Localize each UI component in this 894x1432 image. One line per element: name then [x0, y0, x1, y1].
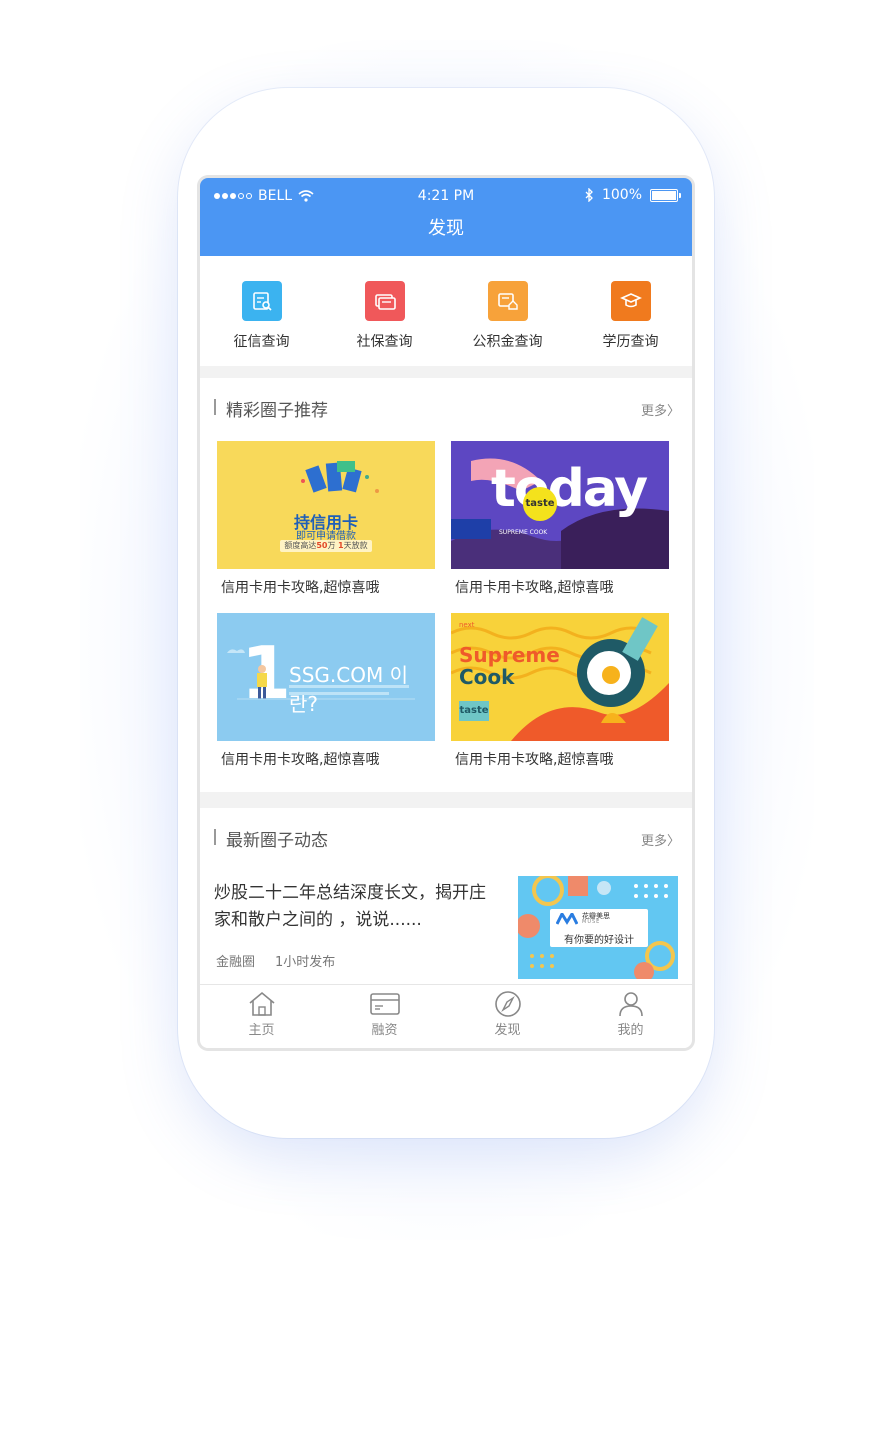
news-thumbnail: 花瓣美思 MUSE 有你要的好设计	[518, 876, 678, 979]
thumbnail-card: 花瓣美思 MUSE 有你要的好设计	[550, 909, 648, 947]
thumbnail-brand-en: MUSE	[582, 919, 601, 925]
tab-bar: 主页 融资 发现 我的	[200, 984, 692, 1048]
news-meta: 金融圈 1小时发布	[216, 951, 335, 970]
card-image-subtitle: Cook	[459, 665, 515, 689]
card-image-note: 额度高达50万 1天放款	[280, 540, 372, 552]
circles-title: 精彩圈子推荐	[226, 401, 328, 421]
card-image: next Supreme Cook taste	[451, 613, 669, 741]
card-image: 1 SSG.COM 이란?	[217, 613, 435, 741]
news-headline: 炒股二十二年总结深度长文，揭开庄家和散户之间的 ，说说......	[214, 883, 486, 930]
social-security-card-icon	[364, 281, 405, 321]
circles-section: 精彩圈子推荐 更多〉 持信用卡 即可申请借款 额度高达50万 1天放款 信用卡用…	[200, 378, 692, 792]
circle-card[interactable]: 1 SSG.COM 이란? 信用卡用卡攻略,超惊喜哦	[217, 613, 435, 769]
quick-label: 征信查询	[233, 334, 290, 350]
card-image-tag: next	[459, 621, 475, 629]
user-icon	[618, 992, 643, 1017]
news-section: 最新圈子动态 更多〉 炒股二十二年总结深度长文，揭开庄家和散户之间的 ，说说..…	[200, 808, 692, 984]
battery-icon	[650, 188, 681, 202]
muse-logo-icon	[556, 913, 578, 925]
news-more-link[interactable]: 更多〉	[641, 830, 680, 849]
card-caption: 信用卡用卡攻略,超惊喜哦	[221, 580, 380, 596]
quick-actions: 征信查询 社保查询 公积金查询 学历查询	[200, 256, 692, 366]
housing-fund-icon	[487, 281, 528, 321]
quick-education[interactable]: 学历查询	[569, 256, 692, 366]
card-image-title: today	[491, 459, 648, 519]
tab-discover[interactable]: 发现	[446, 985, 569, 1048]
tab-label: 我的	[617, 1023, 644, 1038]
status-right: 100%	[584, 187, 681, 203]
quick-label: 社保查询	[356, 334, 413, 350]
circle-card[interactable]: 持信用卡 即可申请借款 额度高达50万 1天放款 信用卡用卡攻略,超惊喜哦	[217, 441, 435, 597]
page-title: 发现	[200, 214, 692, 256]
card-image-badge: taste	[459, 701, 489, 721]
tab-home[interactable]: 主页	[200, 985, 323, 1048]
quick-label: 学历查询	[602, 334, 659, 350]
phone-screen: BELL 4:21 PM 100% 发现 征信查询 社保查询 公积金查询 学历查…	[200, 178, 692, 1048]
quick-label: 公积金查询	[472, 334, 543, 350]
section-marker	[214, 399, 216, 415]
quick-social-security[interactable]: 社保查询	[323, 256, 446, 366]
news-header: 最新圈子动态 更多〉	[200, 808, 692, 866]
quick-credit-report[interactable]: 征信查询	[200, 256, 323, 366]
tab-me[interactable]: 我的	[569, 985, 692, 1048]
card-image: today taste SUPREME COOK	[451, 441, 669, 569]
section-marker	[214, 829, 216, 845]
card-icon	[369, 993, 400, 1015]
card-image-title: Supreme	[459, 643, 560, 667]
news-tag: 金融圈	[216, 955, 256, 970]
graduation-cap-icon	[610, 281, 651, 321]
quick-housing-fund[interactable]: 公积金查询	[446, 256, 569, 366]
tab-label: 融资	[371, 1023, 398, 1038]
bluetooth-icon	[585, 188, 593, 202]
compass-icon	[494, 991, 521, 1017]
card-caption: 信用卡用卡攻略,超惊喜哦	[455, 752, 614, 768]
tab-label: 发现	[494, 1023, 521, 1038]
card-image-badge: taste	[523, 487, 557, 521]
news-title: 最新圈子动态	[226, 831, 328, 851]
circle-card[interactable]: today taste SUPREME COOK 信用卡用卡攻略,超惊喜哦	[451, 441, 669, 597]
thumbnail-slogan: 有你要的好设计	[564, 935, 634, 946]
circles-header: 精彩圈子推荐 更多〉	[200, 378, 692, 436]
credit-report-icon	[241, 281, 282, 321]
status-bar: BELL 4:21 PM 100%	[200, 178, 692, 214]
circles-more-link[interactable]: 更多〉	[641, 400, 680, 419]
circle-card[interactable]: next Supreme Cook taste 信用卡用卡攻略,超惊喜哦	[451, 613, 669, 769]
card-image-sub: SUPREME COOK	[499, 529, 548, 536]
card-caption: 信用卡用卡攻略,超惊喜哦	[455, 580, 614, 596]
news-time: 1小时发布	[275, 955, 336, 970]
home-icon	[248, 991, 275, 1016]
tab-label: 主页	[248, 1023, 275, 1038]
battery-percent: 100%	[601, 187, 642, 203]
card-image-title: SSG.COM 이란?	[289, 663, 408, 716]
tab-finance[interactable]: 融资	[323, 985, 446, 1048]
card-image: 持信用卡 即可申请借款 额度高达50万 1天放款	[217, 441, 435, 569]
card-caption: 信用卡用卡攻略,超惊喜哦	[221, 752, 380, 768]
